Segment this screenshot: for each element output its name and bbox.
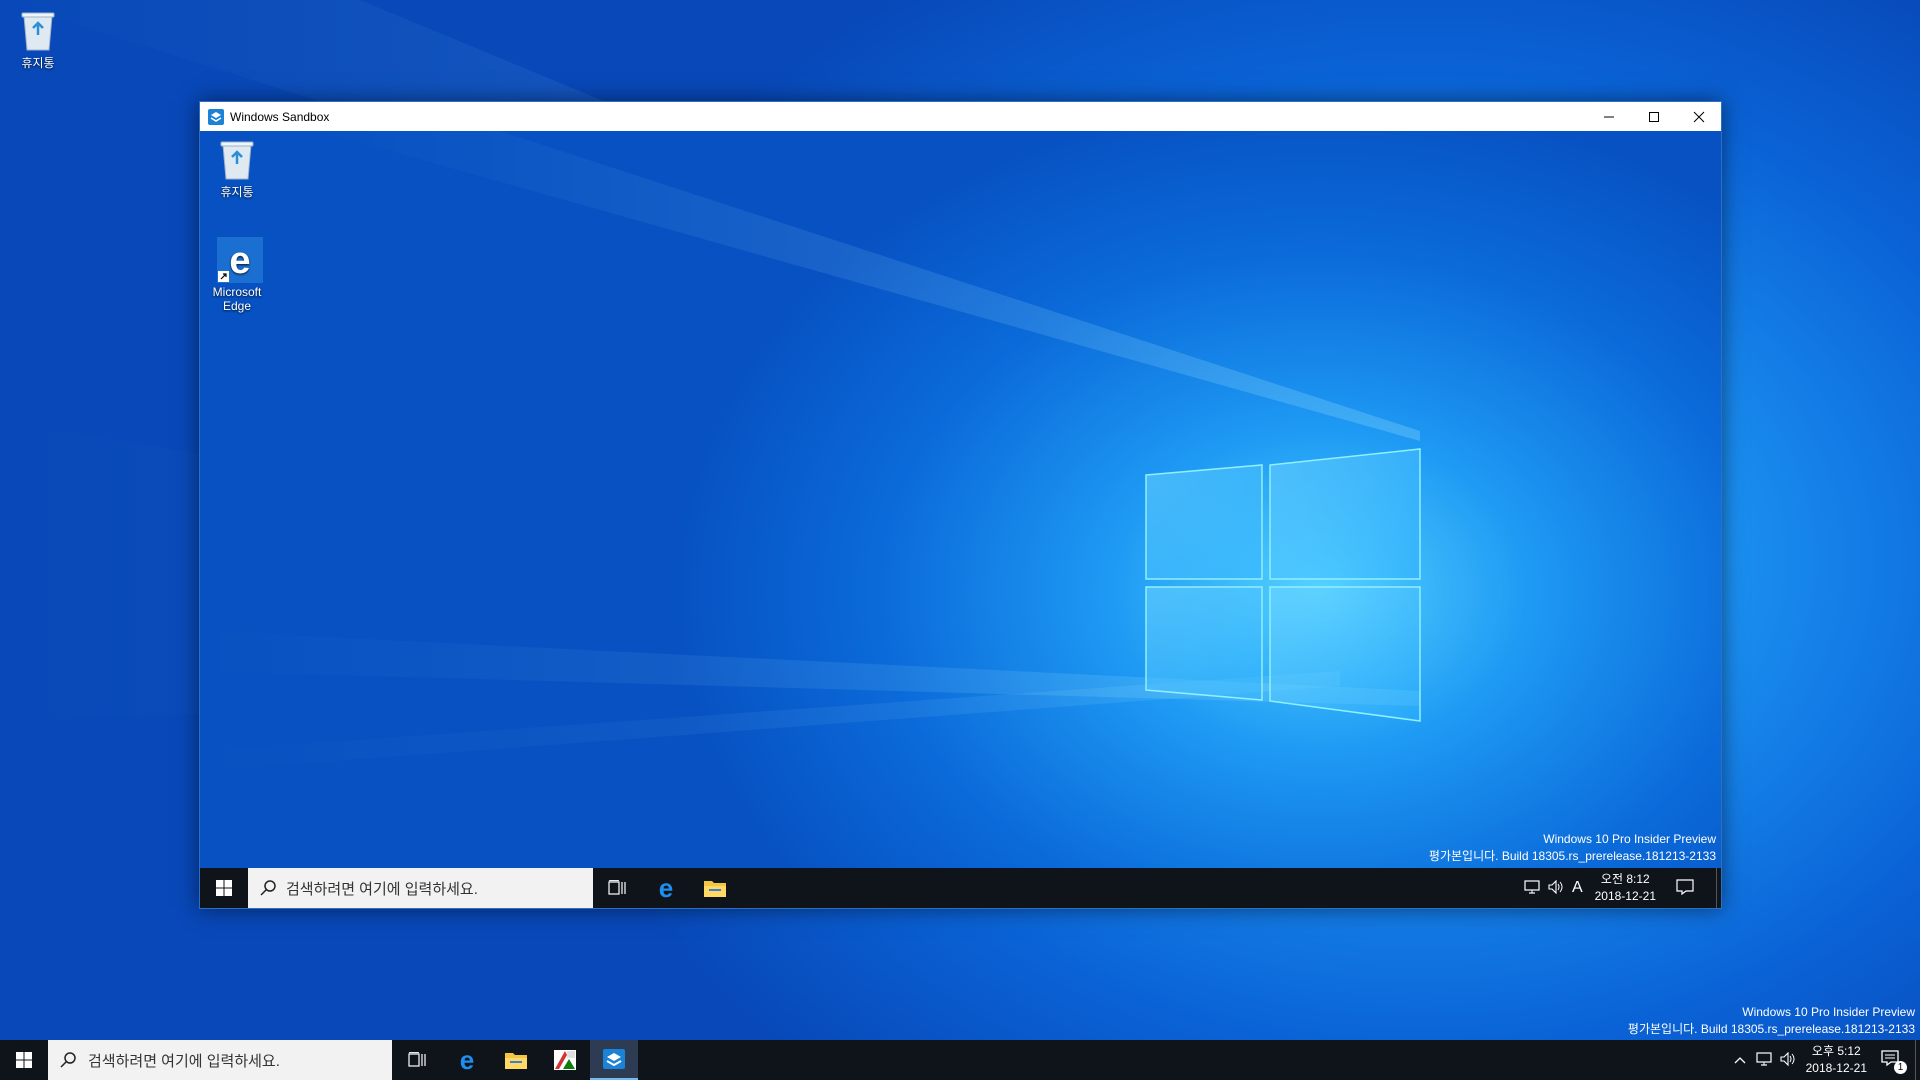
svg-text:e: e bbox=[460, 1048, 474, 1072]
notification-badge: 1 bbox=[1894, 1060, 1907, 1074]
maximize-icon bbox=[1648, 111, 1659, 122]
host-watermark: Windows 10 Pro Insider Preview 평가본입니다. B… bbox=[1628, 1004, 1915, 1038]
file-explorer-icon bbox=[505, 1053, 527, 1069]
close-icon bbox=[1693, 111, 1704, 122]
search-placeholder: 검색하려면 여기에 입력하세요. bbox=[88, 1052, 280, 1070]
windows-start-icon bbox=[216, 880, 232, 896]
file-explorer-icon bbox=[704, 881, 726, 897]
windows-sandbox-icon bbox=[208, 109, 224, 125]
clock-time: 오후 5:12 bbox=[1811, 1044, 1861, 1058]
desktop-icon-label: 휴지통 bbox=[21, 56, 55, 70]
taskbar-office[interactable] bbox=[540, 1040, 590, 1080]
host-system-tray: 오후 5:12 2018-12-21 1 bbox=[1734, 1040, 1920, 1080]
clock[interactable]: 오전 8:12 2018-12-21 bbox=[1595, 871, 1656, 905]
title-bar[interactable]: Windows Sandbox bbox=[200, 102, 1721, 131]
maximize-button[interactable] bbox=[1631, 102, 1676, 131]
sandbox-system-tray: A 오전 8:12 2018-12-21 bbox=[1524, 868, 1721, 908]
windows-start-icon bbox=[16, 1052, 32, 1068]
task-view-icon bbox=[608, 880, 626, 895]
minimize-icon bbox=[1603, 116, 1614, 117]
clock-date: 2018-12-21 bbox=[1805, 1061, 1867, 1075]
office-icon bbox=[554, 1050, 576, 1070]
show-desktop-button[interactable] bbox=[1915, 1040, 1920, 1080]
show-desktop-button[interactable] bbox=[1716, 868, 1721, 908]
taskbar-windows-sandbox[interactable] bbox=[590, 1040, 638, 1080]
clock-time: 오전 8:12 bbox=[1600, 872, 1650, 886]
sandbox-taskbar: 검색하려면 여기에 입력하세요. e A 오전 8:12 2018-12-21 bbox=[200, 868, 1721, 908]
svg-text:e: e bbox=[659, 876, 673, 900]
recycle-bin-icon bbox=[217, 137, 257, 181]
sandbox-desktop: 휴지통 e Microsoft Edge Windows 10 Pro Insi… bbox=[200, 131, 1721, 908]
task-view-icon bbox=[408, 1052, 426, 1067]
close-button[interactable] bbox=[1676, 102, 1721, 131]
windows-logo bbox=[1145, 448, 1421, 722]
network-icon[interactable] bbox=[1524, 879, 1540, 897]
search-icon bbox=[60, 1052, 76, 1068]
start-button[interactable] bbox=[0, 1040, 48, 1080]
desktop-icon-recycle-bin[interactable]: 휴지통 bbox=[200, 137, 277, 200]
host-taskbar: 검색하려면 여기에 입력하세요. e 오후 5:12 2018-12-21 1 bbox=[0, 1040, 1920, 1080]
action-center-button[interactable]: 1 bbox=[1881, 1049, 1907, 1074]
svg-text:e: e bbox=[229, 240, 250, 282]
clock-date: 2018-12-21 bbox=[1594, 889, 1656, 903]
volume-icon[interactable] bbox=[1780, 1051, 1796, 1069]
search-icon bbox=[260, 880, 276, 896]
watermark-line2: 평가본입니다. Build 18305.rs_prerelease.181213… bbox=[1627, 1022, 1915, 1036]
recycle-bin-icon bbox=[18, 8, 58, 52]
taskbar-file-explorer[interactable] bbox=[691, 868, 739, 908]
desktop-icon-label: 휴지통 bbox=[220, 185, 254, 199]
windows-sandbox-icon bbox=[603, 1049, 625, 1069]
start-button[interactable] bbox=[200, 868, 248, 908]
ime-indicator[interactable]: A bbox=[1572, 879, 1583, 897]
watermark-line1: Windows 10 Pro Insider Preview bbox=[1742, 1005, 1915, 1019]
watermark-line2: 평가본입니다. Build 18305.rs_prerelease.181213… bbox=[1428, 849, 1716, 863]
taskbar-edge[interactable]: e bbox=[641, 868, 691, 908]
show-hidden-icons-chevron-up-icon[interactable] bbox=[1734, 1053, 1746, 1067]
desktop-icon-edge[interactable]: e Microsoft Edge bbox=[200, 237, 277, 313]
action-center-icon[interactable] bbox=[1676, 878, 1694, 898]
network-icon[interactable] bbox=[1756, 1051, 1772, 1069]
edge-icon: e bbox=[217, 237, 263, 283]
taskbar-file-explorer[interactable] bbox=[492, 1040, 540, 1080]
search-box[interactable]: 검색하려면 여기에 입력하세요. bbox=[48, 1040, 392, 1080]
search-placeholder: 검색하려면 여기에 입력하세요. bbox=[286, 880, 478, 898]
task-view-button[interactable] bbox=[593, 868, 641, 908]
watermark-line1: Windows 10 Pro Insider Preview bbox=[1543, 832, 1716, 846]
minimize-button[interactable] bbox=[1586, 102, 1631, 131]
task-view-button[interactable] bbox=[392, 1040, 442, 1080]
sandbox-watermark: Windows 10 Pro Insider Preview 평가본입니다. B… bbox=[1429, 831, 1716, 865]
clock[interactable]: 오후 5:12 2018-12-21 bbox=[1806, 1043, 1867, 1077]
volume-icon[interactable] bbox=[1548, 879, 1564, 897]
sandbox-window: Windows Sandbox 휴지통 e Microsoft Edge Win… bbox=[199, 101, 1722, 909]
sandbox-wallpaper bbox=[200, 131, 1421, 771]
desktop-icon-recycle-bin[interactable]: 휴지통 bbox=[0, 8, 78, 71]
edge-icon: e bbox=[659, 876, 673, 900]
search-box[interactable]: 검색하려면 여기에 입력하세요. bbox=[248, 868, 593, 908]
window-title: Windows Sandbox bbox=[230, 110, 330, 124]
taskbar-edge[interactable]: e bbox=[442, 1040, 492, 1080]
desktop-icon-label: Microsoft Edge bbox=[212, 285, 262, 313]
edge-icon: e bbox=[460, 1048, 474, 1072]
